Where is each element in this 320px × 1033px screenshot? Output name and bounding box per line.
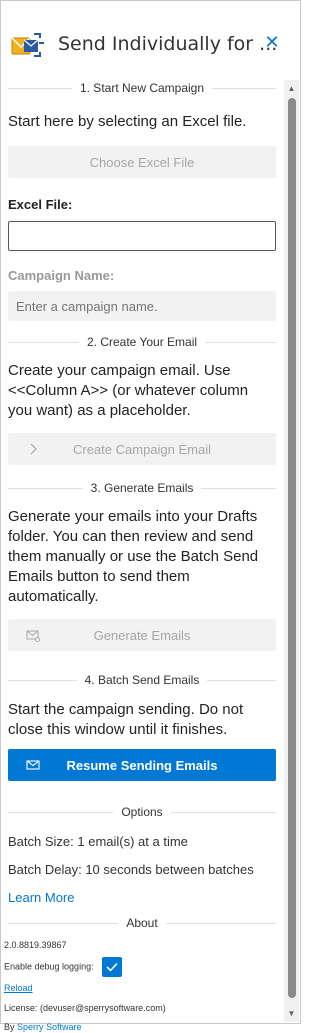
debug-logging-checkbox[interactable] [102, 957, 123, 977]
reload-link[interactable]: Reload [4, 983, 280, 993]
section-heading-label: 3. Generate Emails [82, 478, 202, 498]
taskpane-header: Send Individually for ... ✕ [0, 0, 301, 90]
resume-sending-emails-button[interactable]: Resume Sending Emails [8, 749, 276, 781]
section-heading-generate: 3. Generate Emails [8, 478, 276, 498]
choose-excel-file-button[interactable]: Choose Excel File [8, 146, 276, 178]
app-logo-icon [11, 33, 44, 57]
section-heading-label: Options [113, 802, 171, 822]
debug-logging-row: Enable debug logging: [4, 957, 280, 977]
taskpane-content: 1. Start New Campaign Start here by sele… [0, 78, 284, 1033]
taskpane-title: Send Individually for ... [58, 33, 278, 55]
section-heading-label: About [118, 913, 166, 933]
section-heading-start: 1. Start New Campaign [8, 78, 276, 98]
by-line: By Sperry Software [4, 1021, 280, 1033]
mail-settings-icon [26, 630, 40, 642]
create-campaign-email-button-label: Create Campaign Email [72, 441, 211, 457]
campaign-name-input[interactable] [8, 291, 276, 321]
debug-logging-label: Enable debug logging: [4, 961, 94, 972]
scroll-down-arrow-icon[interactable]: ▼ [287, 1009, 296, 1018]
scrollbar-thumb[interactable] [288, 98, 296, 998]
scroll-up-arrow-icon[interactable]: ▲ [287, 84, 296, 93]
generate-emails-button-label: Generate Emails [93, 627, 191, 643]
section-heading-label: 4. Batch Send Emails [76, 670, 208, 690]
create-intro-text: Create your campaign email. Use <<Column… [8, 362, 249, 419]
section-heading-create: 2. Create Your Email [8, 332, 276, 352]
section-heading-batch: 4. Batch Send Emails [8, 670, 276, 690]
vertical-scrollbar[interactable]: ▲ ▼ [284, 80, 299, 1022]
resume-sending-emails-button-label: Resume Sending Emails [66, 757, 218, 773]
version-text: 2.0.8819.39867 [4, 940, 67, 950]
chevron-right-icon [30, 443, 37, 455]
campaign-name-label: Campaign Name: [8, 268, 115, 283]
section-heading-label: 2. Create Your Email [78, 332, 206, 352]
excel-file-label: Excel File: [8, 197, 73, 212]
section-heading-options: Options [8, 802, 276, 822]
start-intro-text: Start here by selecting an Excel file. [8, 113, 247, 130]
section-heading-about: About [8, 913, 276, 933]
license-text: License: (devuser@sperrysoftware.com) [4, 1003, 166, 1013]
batch-size-text: Batch Size: 1 email(s) at a time [8, 834, 188, 849]
checkmark-icon [106, 962, 118, 972]
generate-emails-button[interactable]: Generate Emails [8, 619, 276, 651]
excel-file-field[interactable] [8, 221, 276, 251]
create-campaign-email-button[interactable]: Create Campaign Email [8, 433, 276, 465]
batch-delay-text: Batch Delay: 10 seconds between batches [8, 862, 254, 877]
learn-more-link[interactable]: Learn More [8, 890, 276, 905]
choose-excel-file-button-label: Choose Excel File [89, 154, 195, 170]
generate-intro-text: Generate your emails into your Drafts fo… [8, 508, 259, 605]
batch-intro-text: Start the campaign sending. Do not close… [8, 701, 244, 738]
close-icon[interactable]: ✕ [264, 33, 280, 51]
mail-icon [26, 760, 40, 770]
section-heading-label: 1. Start New Campaign [71, 78, 213, 98]
